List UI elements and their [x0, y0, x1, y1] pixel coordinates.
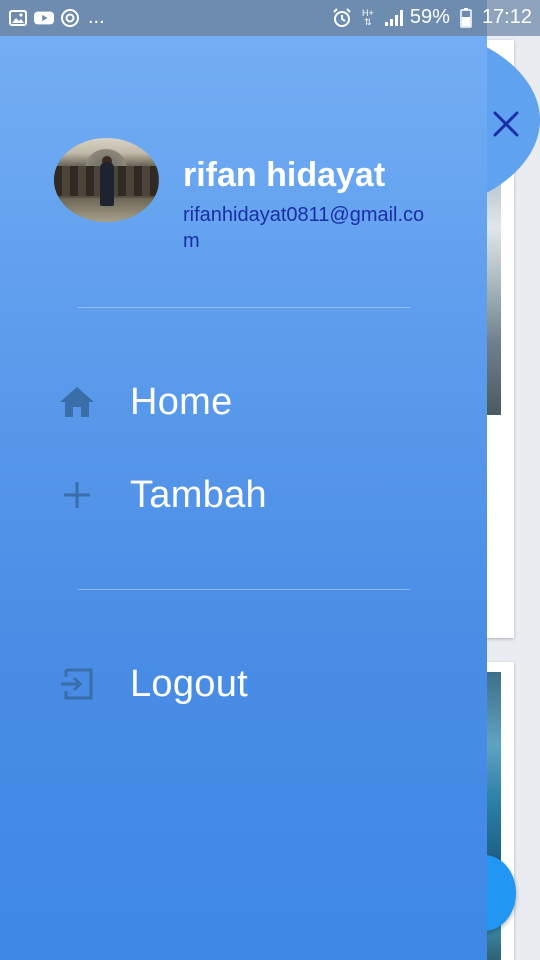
alarm-icon	[332, 7, 352, 28]
avatar[interactable]	[54, 138, 159, 222]
user-email: rifanhidayat0811@gmail.com	[183, 204, 425, 252]
image-icon	[8, 8, 28, 28]
logout-icon	[58, 665, 96, 703]
menu-item-label: Logout	[130, 662, 249, 705]
home-icon	[58, 383, 96, 421]
menu-item-home[interactable]: Home	[0, 367, 487, 437]
divider	[78, 589, 410, 590]
battery-percent: 59%	[409, 6, 450, 28]
battery-icon	[456, 7, 476, 28]
menu-item-tambah[interactable]: Tambah	[0, 460, 487, 530]
clock: 17:12	[481, 6, 532, 28]
hplus-data-icon: H+ ⇅	[362, 7, 374, 27]
status-bar: ... H+ ⇅ 59% 17:12	[0, 0, 540, 36]
menu-item-logout[interactable]: Logout	[0, 649, 487, 719]
youtube-icon	[34, 8, 54, 28]
signal-icon	[384, 8, 404, 28]
close-icon[interactable]	[488, 106, 524, 142]
plus-icon	[58, 476, 96, 514]
menu-item-label: Tambah	[130, 473, 267, 516]
sync-icon	[60, 8, 80, 28]
overflow-indicator: ...	[88, 6, 105, 28]
user-name: rifan hidayat	[183, 156, 386, 194]
menu-item-label: Home	[130, 380, 233, 423]
divider	[78, 307, 410, 308]
